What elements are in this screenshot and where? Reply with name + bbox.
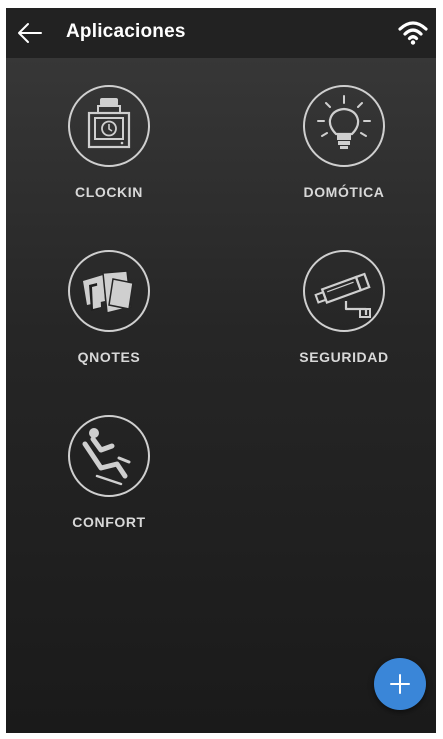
back-arrow-icon[interactable] — [16, 20, 44, 46]
app-label-confort: CONFORT — [72, 514, 146, 530]
light-bulb-icon — [303, 85, 385, 167]
app-tile-clockin[interactable]: CLOCKIN — [34, 84, 184, 200]
app-tile-seguridad[interactable]: SEGURIDAD — [269, 249, 419, 365]
app-label-qnotes: QNOTES — [77, 349, 141, 365]
security-camera-icon — [303, 250, 385, 332]
app-tile-qnotes[interactable]: QNOTES — [34, 249, 184, 365]
notes-icon — [68, 250, 150, 332]
wifi-icon — [398, 21, 428, 45]
plus-icon — [390, 674, 410, 694]
page-title: Aplicaciones — [66, 21, 186, 42]
app-label-domotica: DOMÓTICA — [303, 184, 385, 200]
app-label-clockin: CLOCKIN — [75, 184, 143, 200]
app-tile-domotica[interactable]: DOMÓTICA — [269, 84, 419, 200]
add-app-button[interactable] — [374, 658, 426, 710]
time-clock-icon — [68, 85, 150, 167]
reclining-seat-icon — [68, 415, 150, 497]
app-tile-confort[interactable]: CONFORT — [34, 414, 184, 530]
app-bar: Aplicaciones — [6, 8, 436, 58]
app-label-seguridad: SEGURIDAD — [299, 349, 389, 365]
app-screen: Aplicaciones CLOCKIN DOMÓTICA QNOTES SEG… — [6, 8, 436, 733]
